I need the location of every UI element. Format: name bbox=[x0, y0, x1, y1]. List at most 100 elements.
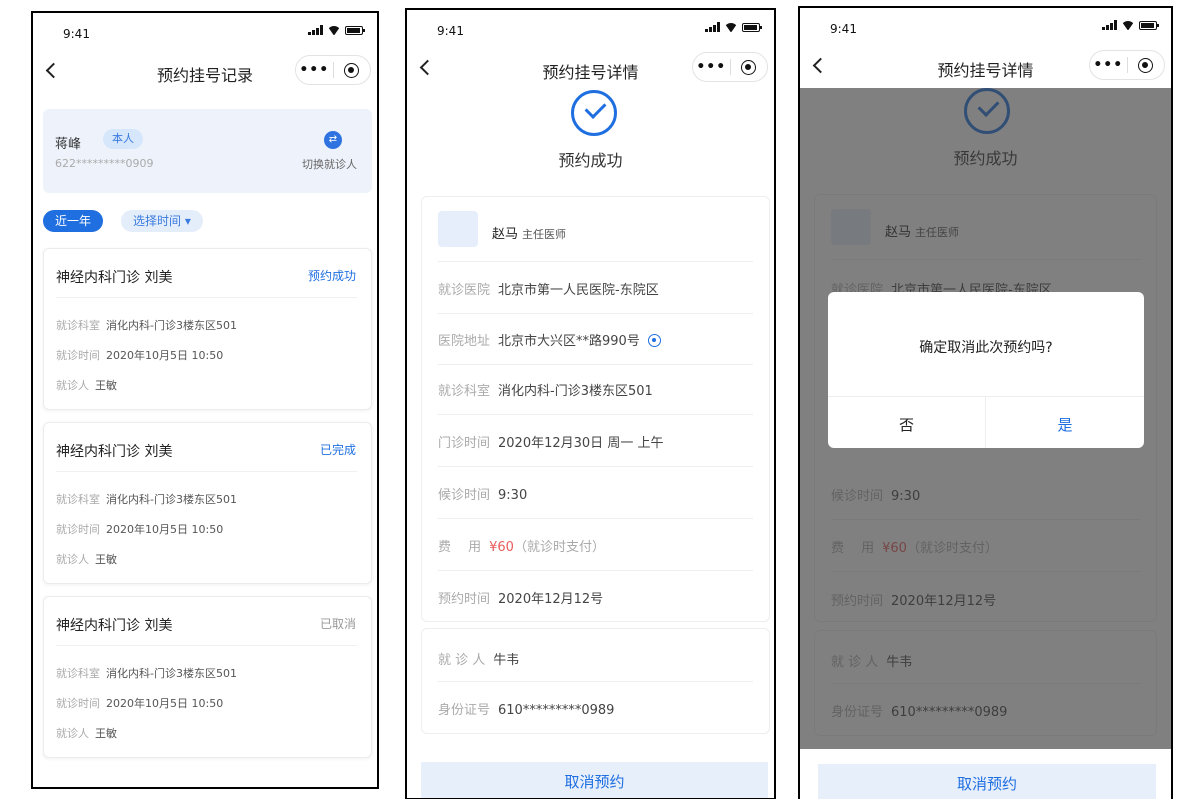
mini-program-capsule: ••• bbox=[1089, 50, 1165, 80]
fee-row: 费 用 ¥60（就诊时支付） bbox=[438, 536, 753, 555]
close-target-icon[interactable] bbox=[730, 59, 767, 75]
status-icons bbox=[1102, 20, 1159, 30]
doctor-avatar bbox=[438, 211, 478, 247]
filter-select-time[interactable]: 选择时间 ▾ bbox=[121, 210, 203, 232]
divider bbox=[438, 570, 753, 571]
record-card[interactable]: 神经内科门诊 刘美 已完成 就诊科室 消化内科-门诊3楼东区501 就诊时间 202… bbox=[43, 422, 372, 584]
visitor-label: 就 诊 人 bbox=[438, 653, 486, 668]
battery-icon bbox=[742, 22, 762, 32]
wifi-icon bbox=[725, 23, 737, 32]
nav-bar: 预约挂号详情 ••• bbox=[407, 50, 774, 90]
dialog-no-button[interactable]: 否 bbox=[828, 414, 985, 435]
mini-program-capsule: ••• bbox=[295, 55, 371, 85]
record-card[interactable]: 神经内科门诊 刘美 预约成功 就诊科室 消化内科-门诊3楼东区501 就诊时间 20… bbox=[43, 248, 372, 410]
dept-label: 就诊科室 bbox=[56, 493, 100, 506]
row-value: 9:30 bbox=[498, 488, 528, 503]
row-label: 候诊时间 bbox=[438, 488, 491, 503]
status-bar: 9:41 bbox=[33, 13, 377, 49]
fee-value: ¥60 bbox=[489, 540, 514, 555]
time-value: 2020年10月5日 10:50 bbox=[106, 523, 224, 536]
time-value: 2020年10月5日 10:50 bbox=[106, 349, 224, 362]
divider bbox=[56, 645, 357, 646]
person-label: 就诊人 bbox=[56, 379, 89, 392]
record-status: 已完成 bbox=[319, 443, 356, 457]
divider bbox=[438, 466, 753, 467]
more-icon[interactable]: ••• bbox=[1090, 58, 1127, 72]
doctor-name: 赵马 bbox=[492, 227, 519, 242]
divider bbox=[56, 297, 357, 298]
divider bbox=[438, 518, 753, 519]
record-dept-row: 就诊科室 消化内科-门诊3楼东区501 bbox=[56, 665, 237, 681]
row-label: 预约时间 bbox=[438, 592, 491, 607]
wait-time-row: 候诊时间 9:30 bbox=[438, 484, 753, 503]
cancel-appointment-button[interactable]: 取消预约 bbox=[818, 764, 1156, 799]
status-bar: 9:41 bbox=[800, 8, 1171, 44]
time-label: 就诊时间 bbox=[56, 349, 100, 362]
record-dept-row: 就诊科室 消化内科-门诊3楼东区501 bbox=[56, 491, 237, 507]
dialog-message: 确定取消此次预约吗? bbox=[919, 340, 1053, 356]
row-label: 医院地址 bbox=[438, 334, 491, 349]
more-icon[interactable]: ••• bbox=[693, 60, 730, 74]
dept-value: 消化内科-门诊3楼东区501 bbox=[106, 319, 237, 332]
person-value: 王敏 bbox=[95, 553, 117, 566]
doctor-title: 主任医师 bbox=[522, 228, 567, 241]
divider bbox=[438, 313, 753, 314]
row-value: 北京市大兴区**路990号 bbox=[498, 334, 640, 349]
more-icon[interactable]: ••• bbox=[296, 63, 333, 77]
row-value: 2020年12月30日 周一 上午 bbox=[498, 436, 664, 451]
status-bar: 9:41 bbox=[407, 10, 774, 46]
wifi-icon bbox=[328, 26, 340, 35]
switch-patient-button[interactable]: 切换就诊人 bbox=[302, 156, 357, 172]
divider bbox=[438, 261, 753, 262]
dept-value: 消化内科-门诊3楼东区501 bbox=[106, 667, 237, 680]
success-check-icon bbox=[571, 90, 617, 136]
record-time-row: 就诊时间 2020年10月5日 10:50 bbox=[56, 521, 223, 537]
battery-icon bbox=[1139, 20, 1159, 30]
divider bbox=[828, 396, 1144, 397]
signal-icon bbox=[705, 22, 720, 32]
swap-icon[interactable]: ⇄ bbox=[324, 131, 342, 149]
dept-value: 消化内科-门诊3楼东区501 bbox=[106, 493, 237, 506]
divider bbox=[56, 471, 357, 472]
id-row: 身份证号 610*********0989 bbox=[438, 699, 753, 718]
divider bbox=[438, 681, 753, 682]
status-time: 9:41 bbox=[63, 27, 90, 41]
cancel-appointment-button[interactable]: 取消预约 bbox=[421, 762, 768, 798]
nav-bar: 预约挂号详情 ••• bbox=[800, 48, 1171, 88]
id-value: 610*********0989 bbox=[498, 703, 615, 718]
divider bbox=[438, 364, 753, 365]
close-target-icon[interactable] bbox=[1127, 57, 1164, 73]
battery-icon bbox=[345, 25, 365, 35]
record-person-row: 就诊人 王敏 bbox=[56, 551, 117, 567]
record-title: 神经内科门诊 刘美 bbox=[56, 444, 173, 460]
location-icon[interactable] bbox=[647, 334, 661, 347]
person-value: 王敏 bbox=[95, 727, 117, 740]
filter-one-year[interactable]: 近一年 bbox=[43, 210, 104, 232]
detail-dialog-screen: 9:41 预约挂号详情 ••• 预约成功 赵马主任医师 就诊医院北京市第一人民医… bbox=[798, 6, 1173, 799]
row-value: 北京市第一人民医院-东院区 bbox=[498, 283, 659, 298]
divider bbox=[438, 414, 753, 415]
row-label: 费 用 bbox=[438, 540, 482, 555]
address-row: 医院地址 北京市大兴区**路990号 bbox=[438, 330, 753, 349]
record-status: 预约成功 bbox=[307, 269, 356, 283]
record-time-row: 就诊时间 2020年10月5日 10:50 bbox=[56, 347, 223, 363]
visitor-card: 就 诊 人牛韦 身份证号 610*********0989 bbox=[421, 628, 770, 734]
row-label: 门诊时间 bbox=[438, 436, 491, 451]
record-card[interactable]: 神经内科门诊 刘美 已取消 就诊科室 消化内科-门诊3楼东区501 就诊时间 202… bbox=[43, 596, 372, 758]
time-value: 2020年10月5日 10:50 bbox=[106, 697, 224, 710]
row-value: 消化内科-门诊3楼东区501 bbox=[498, 384, 653, 399]
mini-program-capsule: ••• bbox=[692, 52, 768, 82]
record-time-row: 就诊时间 2020年10月5日 10:50 bbox=[56, 695, 223, 711]
record-dept-row: 就诊科室 消化内科-门诊3楼东区501 bbox=[56, 317, 237, 333]
wifi-icon bbox=[1122, 21, 1134, 30]
appointment-card: 赵马 主任医师 就诊医院 北京市第一人民医院-东院区 医院地址 北京市大兴区**路99… bbox=[421, 196, 770, 622]
record-title: 神经内科门诊 刘美 bbox=[56, 618, 173, 634]
success-text: 预约成功 bbox=[558, 151, 623, 170]
status-icons bbox=[705, 22, 762, 32]
close-target-icon[interactable] bbox=[333, 62, 370, 78]
id-label: 身份证号 bbox=[438, 703, 491, 718]
dialog-yes-button[interactable]: 是 bbox=[986, 414, 1144, 435]
row-label: 就诊医院 bbox=[438, 283, 491, 298]
status-time: 9:41 bbox=[830, 22, 857, 36]
record-person-row: 就诊人 王敏 bbox=[56, 377, 117, 393]
